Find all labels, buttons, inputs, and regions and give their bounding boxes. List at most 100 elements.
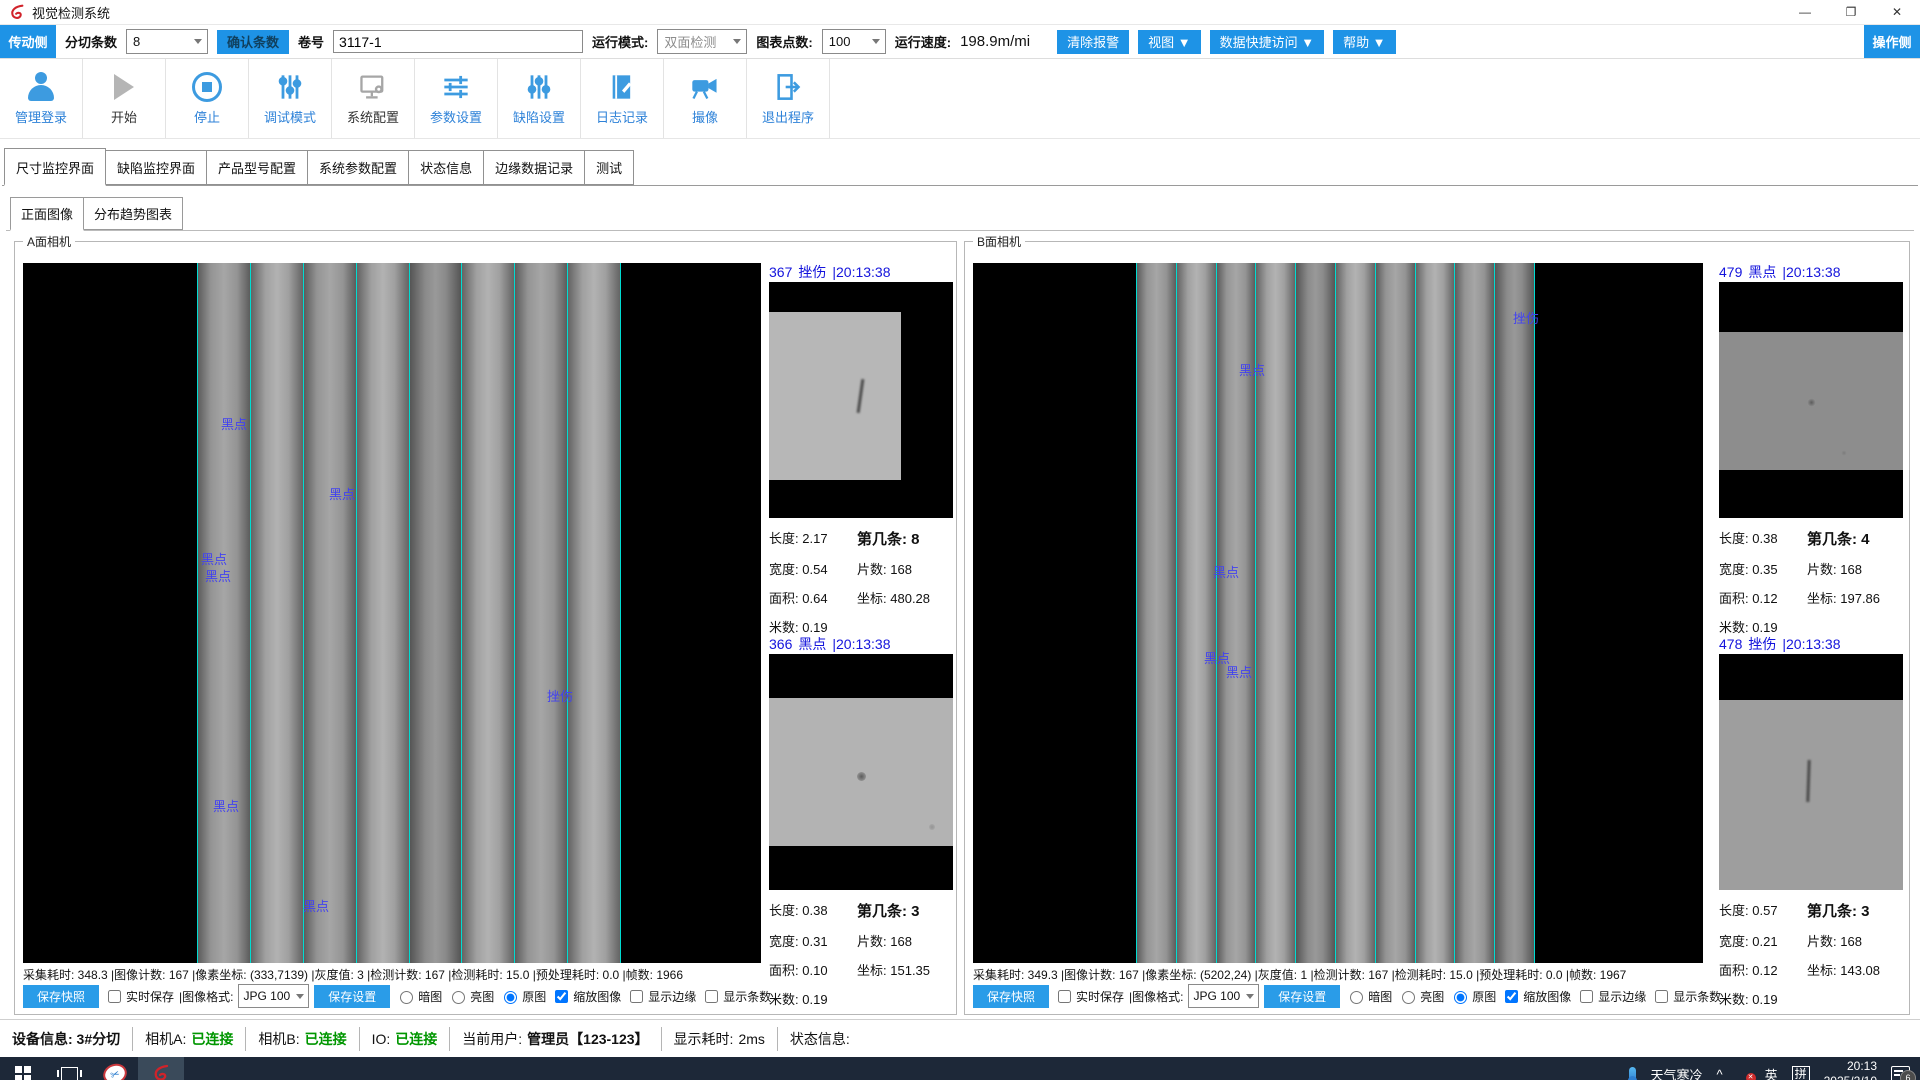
original-image-radio[interactable] (504, 991, 517, 1004)
subtab-front-image[interactable]: 正面图像 (10, 197, 84, 231)
tab-product-model-config[interactable]: 产品型号配置 (207, 150, 308, 185)
help-menu-button[interactable]: 帮助 ▼ (1333, 30, 1395, 54)
save-snapshot-button[interactable]: 保存快照 (23, 985, 99, 1008)
realtime-save-checkbox[interactable] (108, 990, 121, 1003)
admin-login-label: 管理登录 (15, 107, 67, 126)
data-quick-access-menu-button[interactable]: 数据快捷访问 ▼ (1210, 30, 1324, 54)
close-button[interactable]: ✕ (1874, 0, 1920, 24)
chart-points-select[interactable]: 100 (822, 29, 886, 54)
minimize-button[interactable]: — (1782, 0, 1828, 24)
defect-meter: 0.19 (802, 620, 827, 635)
defect-length: 0.38 (1752, 531, 1777, 546)
defect-mark: 黑点 (205, 566, 231, 585)
run-mode-value: 双面检测 (664, 32, 716, 51)
defect-area: 0.64 (802, 591, 827, 606)
windows-taskbar: ✂ 天气寒冷 ^ ✕ 英 拼 20:13 2025/2/10 6 (0, 1057, 1920, 1080)
log-record-button[interactable]: 日志记录 (581, 59, 664, 138)
defect-pieces: 168 (890, 934, 912, 949)
chevron-down-icon (194, 39, 202, 44)
save-settings-button[interactable]: 保存设置 (314, 985, 390, 1008)
operation-side-button[interactable]: 操作侧 (1864, 25, 1920, 58)
clock[interactable]: 20:13 2025/2/10 (1824, 1059, 1877, 1080)
defect-settings-button[interactable]: 缺陷设置 (498, 59, 581, 138)
defect-mark: 黑点 (221, 414, 247, 433)
show-count-checkbox[interactable] (1655, 990, 1668, 1003)
defect-width: 0.54 (802, 562, 827, 577)
tab-status-info[interactable]: 状态信息 (409, 150, 484, 185)
defect-area: 0.12 (1752, 963, 1777, 978)
defect-area: 0.10 (802, 963, 827, 978)
capture-button[interactable]: 撮像 (664, 59, 747, 138)
image-format-select[interactable]: JPG 100 (1188, 984, 1259, 1008)
monitor-gear-icon (358, 71, 388, 103)
task-view-button[interactable] (46, 1057, 92, 1080)
save-snapshot-button[interactable]: 保存快照 (973, 985, 1049, 1008)
original-image-radio[interactable] (1454, 991, 1467, 1004)
thermometer-icon (1629, 1067, 1636, 1080)
main-tab-strip: 尺寸监控界面 缺陷监控界面 产品型号配置 系统参数配置 状态信息 边缘数据记录 … (0, 139, 1920, 185)
active-app-button[interactable] (138, 1057, 184, 1080)
show-count-checkbox[interactable] (705, 990, 718, 1003)
clear-alarm-button[interactable]: 清除报警 (1057, 30, 1129, 54)
zoom-image-checkbox[interactable] (555, 990, 568, 1003)
defect-strip-no: 4 (1861, 531, 1869, 548)
zoom-image-checkbox[interactable] (1505, 990, 1518, 1003)
pinned-app-button[interactable]: ✂ (92, 1057, 138, 1080)
defect-id: 367 (769, 264, 792, 280)
defect-pieces: 168 (1840, 562, 1862, 577)
confirm-count-button[interactable]: 确认条数 (217, 30, 289, 54)
maximize-button[interactable]: ❐ (1828, 0, 1874, 24)
exit-program-button[interactable]: 退出程序 (747, 59, 830, 138)
param-settings-button[interactable]: 参数设置 (415, 59, 498, 138)
language-indicator[interactable]: 英 (1765, 1065, 1778, 1080)
bright-image-radio[interactable] (452, 991, 465, 1004)
defect-time: |20:13:38 (832, 264, 890, 280)
defect-id: 366 (769, 636, 792, 652)
defect-area: 0.12 (1752, 591, 1777, 606)
transmission-side-button[interactable]: 传动侧 (0, 25, 56, 58)
run-mode-select[interactable]: 双面检测 (657, 29, 747, 54)
defect-width: 0.35 (1752, 562, 1777, 577)
weather-text[interactable]: 天气寒冷 (1650, 1065, 1702, 1080)
slit-count-select[interactable]: 8 (126, 29, 208, 54)
tab-edge-data-record[interactable]: 边缘数据记录 (484, 150, 585, 185)
tab-test[interactable]: 测试 (585, 150, 634, 185)
subtab-distribution-trend-chart[interactable]: 分布趋势图表 (84, 197, 183, 230)
chevron-down-icon (296, 994, 304, 999)
tab-defect-monitor[interactable]: 缺陷监控界面 (106, 150, 207, 185)
start-menu-button[interactable] (0, 1057, 46, 1080)
show-edge-checkbox[interactable] (630, 990, 643, 1003)
panel-a-groupbox: A面相机 黑点 黑点 黑点 黑点 挫伤 黑点 黑点 367 挫伤 |20:13:… (14, 241, 957, 1015)
camera-a-stats-line: 采集耗时: 348.3 |图像计数: 167 |像素坐标: (333,7139)… (23, 966, 755, 983)
exit-program-label: 退出程序 (762, 107, 814, 126)
stop-button[interactable]: 停止 (166, 59, 249, 138)
debug-mode-button[interactable]: 调试模式 (249, 59, 332, 138)
state-info-label: 状态信息: (778, 1027, 862, 1051)
main-toolbar: 传动侧 分切条数 8 确认条数 卷号 运行模式: 双面检测 图表点数: 100 … (0, 25, 1920, 59)
defect-mark: 挫伤 (547, 686, 573, 705)
volume-muted-icon[interactable]: ✕ (1737, 1068, 1751, 1080)
view-menu-button[interactable]: 视图 ▼ (1138, 30, 1200, 54)
tray-expand-caret[interactable]: ^ (1716, 1067, 1722, 1080)
save-settings-button[interactable]: 保存设置 (1264, 985, 1340, 1008)
image-format-label: |图像格式: (179, 988, 233, 1005)
roll-number-input[interactable] (333, 30, 583, 53)
start-button[interactable]: 开始 (83, 59, 166, 138)
realtime-save-checkbox[interactable] (1058, 990, 1071, 1003)
system-config-button[interactable]: 系统配置 (332, 59, 415, 138)
tab-system-param-config[interactable]: 系统参数配置 (308, 150, 409, 185)
admin-login-button[interactable]: 管理登录 (0, 59, 83, 138)
panel-b-title: B面相机 (973, 233, 1025, 250)
defect-card: 367 挫伤 |20:13:38 长度: 2.17 第几条: 8 宽度: 0.5… (769, 262, 953, 636)
tab-size-monitor[interactable]: 尺寸监控界面 (4, 148, 106, 186)
ime-indicator[interactable]: 拼 (1792, 1066, 1810, 1080)
sliders-vertical-icon (276, 71, 304, 103)
image-format-select[interactable]: JPG 100 (238, 984, 309, 1008)
defect-meter: 0.19 (1752, 992, 1777, 1007)
scissors-app-icon: ✂ (100, 1060, 129, 1080)
show-edge-checkbox[interactable] (1580, 990, 1593, 1003)
dark-image-radio[interactable] (1350, 991, 1363, 1004)
bright-image-radio[interactable] (1402, 991, 1415, 1004)
notification-center-icon[interactable]: 6 (1891, 1066, 1910, 1080)
dark-image-radio[interactable] (400, 991, 413, 1004)
